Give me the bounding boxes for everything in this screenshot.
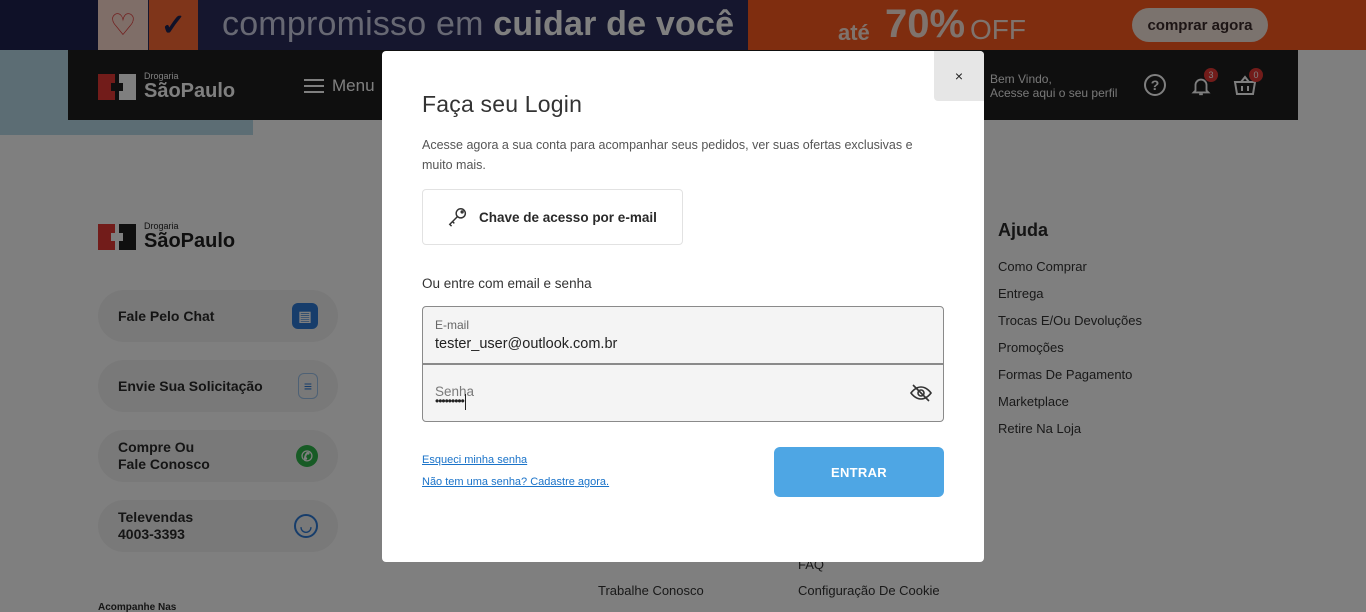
email-field[interactable]: E-mail tester_user@outlook.com.br bbox=[422, 306, 944, 364]
password-value[interactable]: ••••••••• bbox=[435, 394, 466, 410]
modal-title: Faça seu Login bbox=[422, 91, 583, 117]
login-modal: × Faça seu Login Acesse agora a sua cont… bbox=[382, 51, 984, 562]
password-dots: ••••••••• bbox=[435, 394, 465, 409]
close-button[interactable]: × bbox=[934, 51, 984, 101]
key-access-label: Chave de acesso por e-mail bbox=[479, 209, 657, 225]
alt-login-label: Ou entre com email e senha bbox=[422, 276, 592, 291]
email-key-access-button[interactable]: Chave de acesso por e-mail bbox=[422, 189, 683, 245]
login-submit-button[interactable]: ENTRAR bbox=[774, 447, 944, 497]
key-icon bbox=[448, 208, 467, 227]
signup-link[interactable]: Não tem uma senha? Cadastre agora. bbox=[422, 476, 609, 488]
password-field[interactable]: Senha ••••••••• bbox=[422, 364, 944, 422]
text-cursor bbox=[464, 394, 466, 410]
email-value[interactable]: tester_user@outlook.com.br bbox=[435, 336, 617, 352]
eye-slash-icon[interactable] bbox=[909, 381, 933, 405]
modal-description: Acesse agora a sua conta para acompanhar… bbox=[422, 138, 913, 172]
forgot-password-link[interactable]: Esqueci minha senha bbox=[422, 454, 527, 466]
email-label: E-mail bbox=[435, 318, 470, 332]
